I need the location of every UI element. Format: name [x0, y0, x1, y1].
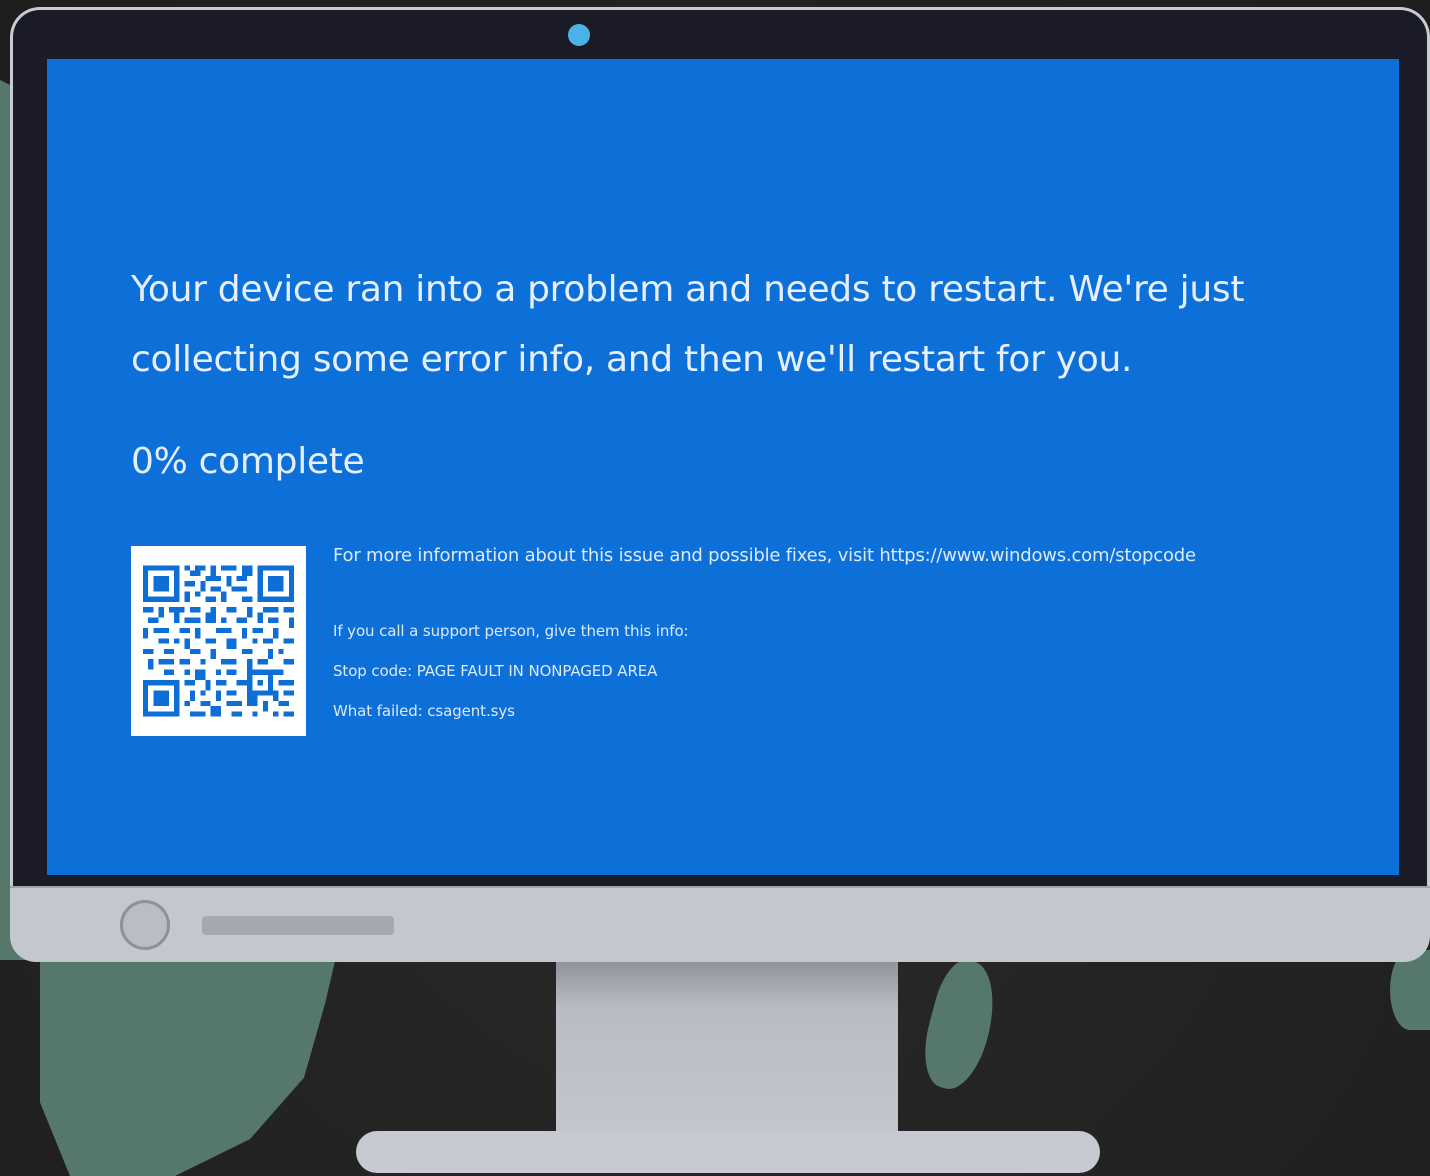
qr-code-icon: [131, 546, 306, 736]
monitor-stand-base: [356, 1131, 1100, 1173]
power-button-icon: [120, 900, 170, 950]
support-prompt: If you call a support person, give them …: [333, 622, 689, 640]
chin-slot: [202, 916, 394, 935]
what-failed: What failed: csagent.sys: [333, 702, 515, 720]
monitor-stand-neck: [556, 962, 898, 1147]
map-landmass-madagascar: [914, 954, 1006, 1096]
bsod-info-block: For more information about this issue an…: [333, 537, 1196, 731]
monitor-chin: [10, 886, 1430, 962]
stop-code: Stop code: PAGE FAULT IN NONPAGED AREA: [333, 662, 658, 680]
qr-code-graphic: [143, 565, 294, 717]
map-landmass-right: [1390, 950, 1430, 1030]
more-info-text: For more information about this issue an…: [333, 545, 1196, 566]
monitor: Your device ran into a problem and needs…: [10, 7, 1430, 887]
map-landmass-africa: [40, 930, 340, 1176]
webcam-icon: [568, 24, 590, 46]
bsod-message: Your device ran into a problem and needs…: [131, 269, 1245, 380]
bsod-screen: Your device ran into a problem and needs…: [47, 59, 1399, 875]
scene: Your device ran into a problem and needs…: [0, 0, 1430, 1176]
bsod-progress: 0% complete: [131, 441, 365, 482]
